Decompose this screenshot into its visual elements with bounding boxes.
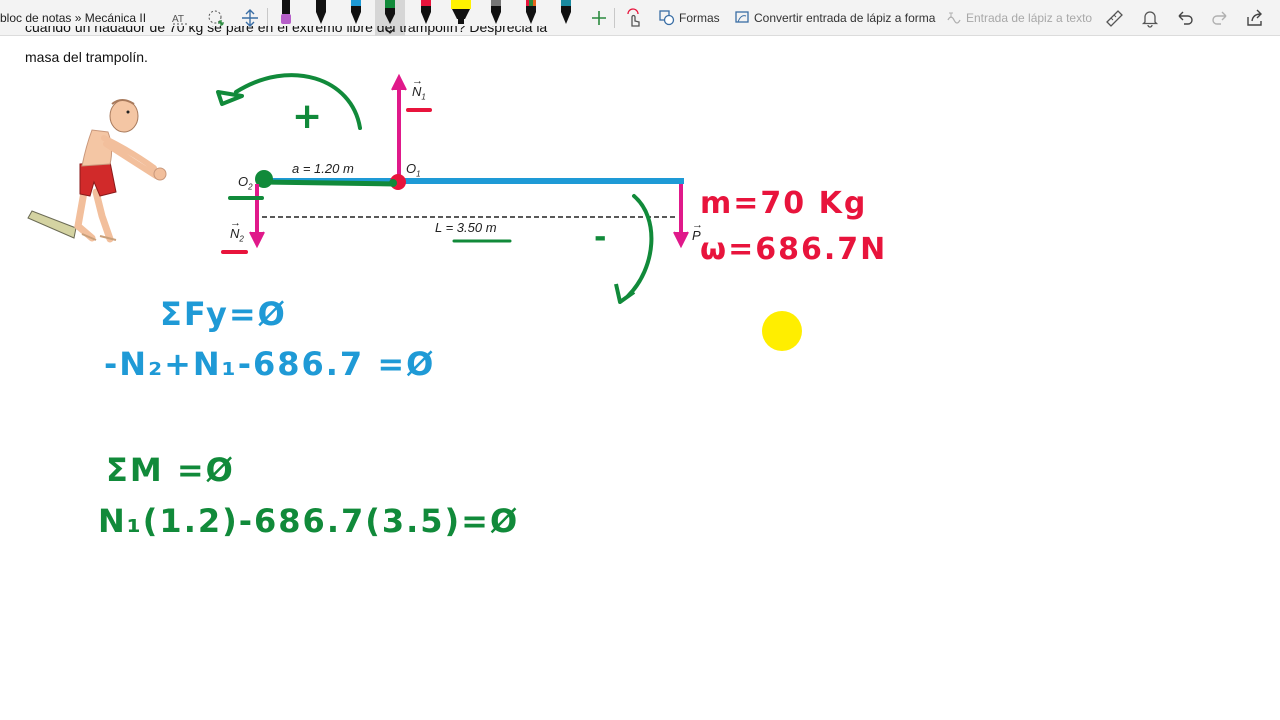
o1-label: O1 bbox=[406, 161, 421, 179]
plus-sign-ink: + bbox=[292, 96, 325, 137]
a-dimension-label: a = 1.20 m bbox=[292, 161, 354, 176]
l-dimension-label: L = 3.50 m bbox=[435, 220, 497, 235]
n2-label: → N2 bbox=[230, 217, 244, 244]
pen-pointer-cursor bbox=[762, 311, 802, 351]
equation-moments-ink: N₁(1.2)-686.7(3.5)=Ø bbox=[98, 502, 520, 540]
sum-fy-ink: ΣFy=Ø bbox=[160, 295, 287, 333]
n1-label: → N1 bbox=[412, 75, 426, 102]
equation-forces-ink: -N₂+N₁-686.7 =Ø bbox=[104, 345, 436, 383]
mass-ink: m=70 Kg bbox=[700, 186, 868, 221]
weight-ink: ω=686.7N bbox=[700, 232, 888, 267]
o2-label: O2 bbox=[238, 174, 253, 192]
negative-rotation-arrow bbox=[626, 194, 654, 298]
minus-sign-ink: - bbox=[594, 220, 609, 255]
sum-moments-ink: ΣM =Ø bbox=[106, 451, 235, 489]
